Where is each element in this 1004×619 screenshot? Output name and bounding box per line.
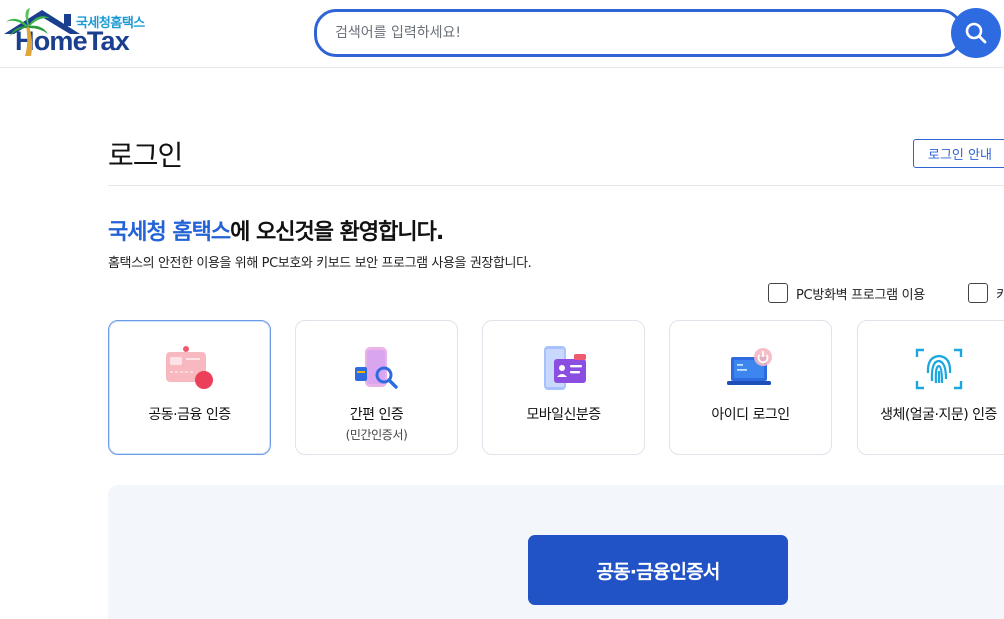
login-guide-button[interactable]: 로그인 안내 bbox=[913, 139, 1004, 168]
welcome-heading: 국세청 홈택스에 오신것을 환영합니다. bbox=[108, 214, 444, 246]
login-method-certificate[interactable]: 공동·금융 인증 bbox=[108, 320, 271, 455]
security-notice: 홈택스의 안전한 이용을 위해 PC보호와 키보드 보안 프로그램 사용을 권장… bbox=[108, 256, 532, 271]
login-method-title: 간편 인증 bbox=[349, 407, 404, 423]
palm-tree-icon bbox=[6, 8, 50, 56]
mobile-id-icon bbox=[543, 346, 586, 390]
page-title: 로그인 bbox=[108, 139, 183, 172]
title-divider bbox=[108, 185, 1004, 186]
keyboard-security-option-label: 키 bbox=[996, 287, 1004, 303]
search-input[interactable] bbox=[335, 12, 935, 54]
welcome-accent: 국세청 홈택스 bbox=[108, 220, 231, 245]
login-method-biometric[interactable]: 생체(얼굴·지문) 인증 bbox=[857, 320, 1004, 455]
login-method-title: 모바일신분증 bbox=[526, 407, 601, 423]
certificate-card-icon bbox=[165, 346, 213, 389]
search-icon bbox=[965, 22, 987, 44]
fingerprint-icon bbox=[915, 348, 962, 390]
hometax-logo[interactable]: 국세청홈택스 HomeTax bbox=[4, 8, 214, 60]
search-box bbox=[314, 9, 963, 57]
login-method-title: 생체(얼굴·지문) 인증 bbox=[880, 407, 997, 423]
site-header: 국세청홈택스 HomeTax bbox=[0, 0, 1004, 68]
laptop-power-icon bbox=[726, 348, 772, 385]
firewall-option[interactable]: PC방화벽 프로그램 이용 bbox=[768, 283, 925, 303]
keyboard-security-checkbox[interactable] bbox=[968, 283, 988, 303]
welcome-rest: 에 오신것을 환영합니다. bbox=[230, 220, 444, 245]
login-method-simple-auth[interactable]: 간편 인증 (민간인증서) bbox=[295, 320, 458, 455]
login-method-title: 아이디 로그인 bbox=[711, 407, 790, 423]
certificate-login-button[interactable]: 공동·금융인증서 bbox=[528, 535, 788, 605]
firewall-checkbox[interactable] bbox=[768, 283, 788, 303]
login-method-id[interactable]: 아이디 로그인 bbox=[669, 320, 832, 455]
login-method-title: 공동·금융 인증 bbox=[148, 407, 231, 423]
simple-auth-search-icon bbox=[354, 347, 398, 389]
login-method-subtitle: (민간인증서) bbox=[345, 428, 408, 442]
login-method-mobile-id[interactable]: 모바일신분증 bbox=[482, 320, 645, 455]
keyboard-security-option[interactable]: 키 bbox=[968, 283, 1004, 303]
firewall-option-label: PC방화벽 프로그램 이용 bbox=[796, 287, 925, 303]
search-button[interactable] bbox=[951, 8, 1001, 58]
